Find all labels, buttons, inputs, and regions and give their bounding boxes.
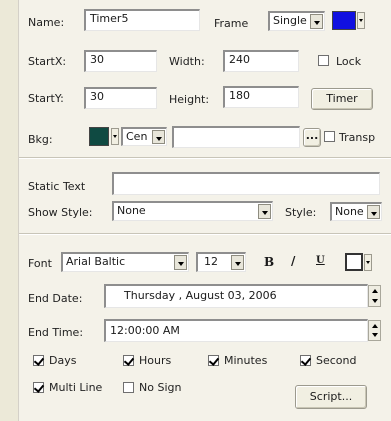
minutes-label: Minutes xyxy=(224,354,268,367)
bkg-image-input[interactable] xyxy=(172,126,300,148)
width-input[interactable]: 240 xyxy=(223,50,299,72)
style-value: None xyxy=(335,205,364,218)
name-input[interactable]: Timer5 xyxy=(84,9,200,31)
end-date-picker[interactable]: Thursday , August 03, 2006 xyxy=(104,284,368,308)
chevron-down-icon xyxy=(231,255,244,270)
divider xyxy=(19,233,391,235)
startx-input[interactable]: 30 xyxy=(84,50,157,72)
bkg-label: Bkg: xyxy=(28,133,53,146)
italic-button[interactable]: / xyxy=(291,254,295,268)
end-time-spinner[interactable] xyxy=(368,320,381,341)
static-text-label: Static Text xyxy=(28,180,86,193)
divider xyxy=(19,157,391,159)
timer-properties-panel: Name: Timer5 Frame Single StartX: 30 Wid… xyxy=(18,0,391,421)
arrow-down-icon xyxy=(372,299,378,303)
underline-button[interactable]: U xyxy=(316,255,325,266)
show-style-select[interactable]: None xyxy=(112,201,273,221)
font-size-select[interactable]: 12 xyxy=(196,252,246,272)
frame-color-dropdown[interactable] xyxy=(357,12,365,29)
browse-button[interactable]: ... xyxy=(303,128,321,147)
show-style-value: None xyxy=(117,204,146,217)
bkg-color-swatch[interactable] xyxy=(89,127,109,146)
second-checkbox[interactable] xyxy=(300,355,311,366)
starty-label: StartY: xyxy=(28,92,64,105)
starty-input[interactable]: 30 xyxy=(84,87,157,109)
chevron-down-icon xyxy=(367,205,380,219)
end-time-label: End Time: xyxy=(28,326,84,339)
font-size-value: 12 xyxy=(204,255,218,268)
name-label: Name: xyxy=(28,16,65,29)
bkg-align-value: Cen xyxy=(126,130,148,143)
chevron-down-icon xyxy=(258,204,271,219)
hours-label: Hours xyxy=(139,354,172,367)
minutes-checkbox[interactable] xyxy=(208,355,219,366)
arrow-down-icon xyxy=(372,333,378,337)
script-button[interactable]: Script... xyxy=(295,385,367,409)
chevron-down-icon xyxy=(174,255,187,270)
days-checkbox[interactable] xyxy=(33,355,44,366)
font-color-dropdown[interactable] xyxy=(364,254,372,271)
chevron-down-icon xyxy=(152,130,165,144)
frame-color-swatch[interactable] xyxy=(332,11,356,30)
end-date-label: End Date: xyxy=(28,292,83,305)
multi-line-label: Multi Line xyxy=(49,381,103,394)
end-date-spinner[interactable] xyxy=(368,285,381,307)
arrow-up-icon xyxy=(372,324,378,328)
font-value: Arial Baltic xyxy=(66,255,126,268)
second-label: Second xyxy=(316,354,357,367)
hours-checkbox[interactable] xyxy=(123,355,134,366)
transparent-checkbox[interactable] xyxy=(324,131,335,142)
end-time-picker[interactable]: 12:00:00 AM xyxy=(104,319,368,342)
lock-checkbox[interactable] xyxy=(318,55,329,66)
width-label: Width: xyxy=(169,55,205,68)
arrow-up-icon xyxy=(372,289,378,293)
no-sign-label: No Sign xyxy=(139,381,182,394)
style-label: Style: xyxy=(285,206,317,219)
height-label: Height: xyxy=(169,93,210,106)
bold-button[interactable]: B xyxy=(264,255,274,269)
static-text-input[interactable] xyxy=(112,172,380,195)
no-sign-checkbox[interactable] xyxy=(123,382,134,393)
frame-label: Frame xyxy=(214,17,249,30)
frame-style-value: Single xyxy=(273,14,307,27)
style-select[interactable]: None xyxy=(330,202,382,221)
show-style-label: Show Style: xyxy=(28,206,93,219)
multi-line-checkbox[interactable] xyxy=(33,382,44,393)
frame-style-select[interactable]: Single xyxy=(268,11,325,31)
font-color-swatch[interactable] xyxy=(345,253,363,271)
font-select[interactable]: Arial Baltic xyxy=(61,252,189,272)
bkg-color-dropdown[interactable] xyxy=(111,128,119,145)
chevron-down-icon xyxy=(310,14,323,29)
bkg-align-select[interactable]: Cen xyxy=(121,127,167,146)
days-label: Days xyxy=(49,354,77,367)
timer-button[interactable]: Timer xyxy=(311,88,373,110)
height-input[interactable]: 180 xyxy=(223,86,299,108)
font-label: Font xyxy=(28,257,52,270)
transparent-label: Transp xyxy=(339,131,376,144)
startx-label: StartX: xyxy=(28,55,67,68)
lock-label: Lock xyxy=(336,55,362,68)
